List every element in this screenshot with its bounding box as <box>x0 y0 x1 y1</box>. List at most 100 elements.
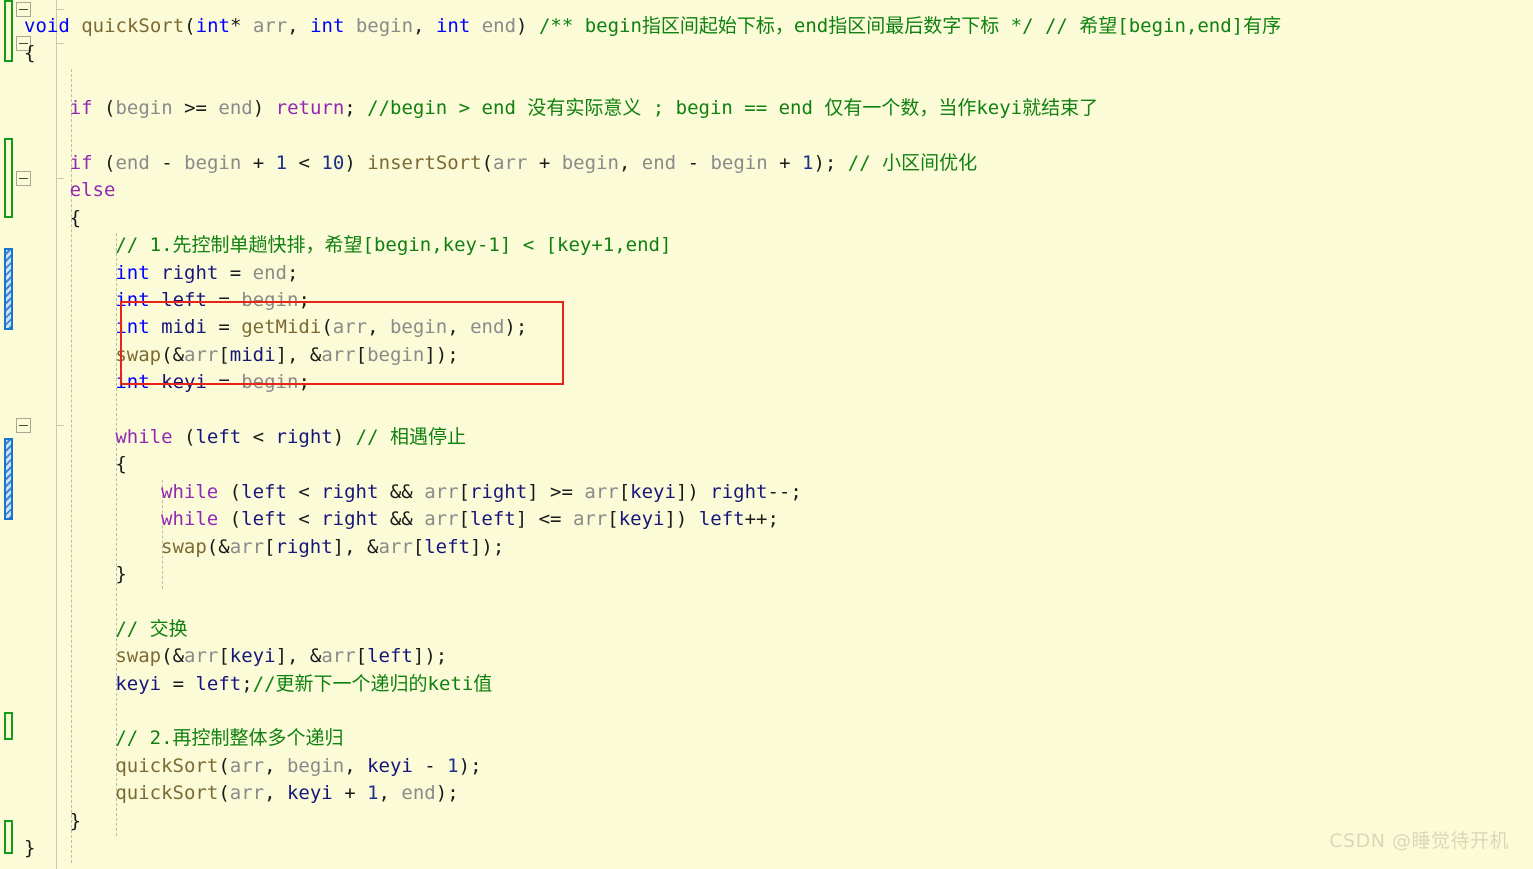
code-token-kw: int <box>195 15 230 37</box>
code-line[interactable]: void quickSort(int* arr, int begin, int … <box>24 13 1281 40</box>
code-line[interactable]: swap(&arr[midi], &arr[begin]); <box>115 342 458 369</box>
code-token-pun: ) <box>252 97 276 120</box>
code-token-loc: right <box>321 480 379 503</box>
code-token-var: arr <box>184 645 219 668</box>
code-line[interactable] <box>24 588 35 615</box>
code-token-loc: keyi <box>161 371 207 394</box>
code-token-pun: { <box>69 206 82 229</box>
code-editor[interactable]: void quickSort(int* arr, int begin, int … <box>0 0 1533 869</box>
code-line[interactable]: while (left < right) // 相遇停止 <box>115 424 466 451</box>
code-line[interactable]: int left = begin; <box>115 287 310 314</box>
code-token-pun <box>470 15 481 37</box>
code-line[interactable]: swap(&arr[right], &arr[left]); <box>161 534 504 561</box>
code-token-var: end <box>115 152 150 174</box>
code-token-kw: int <box>115 316 150 339</box>
code-token-kw: int <box>115 371 150 394</box>
code-token-var: arr <box>184 343 219 366</box>
code-token-var: arr <box>229 535 265 558</box>
code-token-loc: left <box>195 426 242 448</box>
code-token-pun: = <box>206 289 242 311</box>
code-line[interactable] <box>24 68 35 95</box>
code-token-pun: ( <box>218 782 230 805</box>
code-line[interactable]: if (end - begin + 1 < 10) insertSort(arr… <box>70 150 977 177</box>
code-line[interactable]: { <box>70 205 81 232</box>
code-line[interactable]: { <box>115 451 126 478</box>
code-token-loc: left <box>424 535 470 558</box>
code-token-var: end <box>401 782 436 805</box>
code-line[interactable]: while (left < right && arr[left] <= arr[… <box>161 506 779 533</box>
code-line[interactable]: } <box>24 835 35 862</box>
code-token-pun: ; <box>298 371 310 394</box>
code-token-var: begin <box>241 371 299 394</box>
csdn-watermark: CSDN @睡觉待开机 <box>1329 829 1509 852</box>
code-token-var: arr <box>332 316 368 339</box>
code-line[interactable]: else <box>70 177 116 204</box>
code-token-pun: , <box>264 754 287 777</box>
code-line[interactable]: { <box>24 40 35 67</box>
code-line[interactable]: } <box>70 808 81 835</box>
code-token-num: 1 <box>801 152 814 174</box>
code-token-var: arr <box>584 480 619 503</box>
code-line[interactable]: keyi = left;//更新下一个递归的keti值 <box>115 671 492 698</box>
code-token-pun: ]); <box>469 535 505 558</box>
code-token-loc: keyi <box>630 480 676 503</box>
code-token-var: arr <box>572 508 608 531</box>
code-token-pun: - <box>149 152 185 174</box>
code-token-loc: right <box>710 480 768 503</box>
code-token-kw: int <box>115 289 150 311</box>
code-token-pun: ]) <box>675 480 711 503</box>
code-token-var: end <box>470 316 505 339</box>
code-line[interactable]: quickSort(arr, begin, keyi - 1); <box>115 753 481 780</box>
code-line[interactable]: // 交换 <box>115 616 187 643</box>
code-token-pun: < <box>286 480 322 503</box>
code-token-num: 1 <box>367 782 379 805</box>
code-token-fn: swap <box>115 343 162 366</box>
code-token-fn: quickSort <box>81 15 185 37</box>
code-token-pun: ( <box>218 508 242 531</box>
code-token-pun: { <box>24 42 36 65</box>
code-token-var: begin <box>561 152 619 174</box>
code-token-pun: < <box>287 152 322 174</box>
code-line[interactable]: int keyi = begin; <box>115 369 310 396</box>
code-token-pun: - <box>412 754 448 777</box>
code-token-pun: ; <box>287 261 299 284</box>
code-token-pun: } <box>115 563 127 585</box>
code-token-var: begin <box>286 754 345 777</box>
code-line[interactable]: } <box>115 561 126 588</box>
code-token-kw: int <box>435 15 471 37</box>
code-line[interactable] <box>24 698 35 725</box>
code-content[interactable]: void quickSort(int* arr, int begin, int … <box>0 0 1533 869</box>
code-token-pun: , <box>367 316 390 339</box>
code-line[interactable] <box>24 123 35 150</box>
code-token-pun: , <box>264 782 287 805</box>
code-token-ctl: while <box>161 508 219 531</box>
code-token-pun: ; <box>298 289 310 311</box>
code-line[interactable]: // 2.再控制整体多个递归 <box>115 725 343 752</box>
code-token-loc: left <box>241 508 287 531</box>
code-token-pun: , <box>287 15 311 37</box>
code-token-loc: midi <box>229 343 276 366</box>
code-token-var: end <box>641 152 677 174</box>
code-line[interactable]: while (left < right && arr[right] >= arr… <box>161 479 802 506</box>
code-token-pun: ; <box>241 672 253 695</box>
code-token-var: arr <box>424 480 459 503</box>
code-token-loc: left <box>698 508 745 531</box>
code-token-fn: quickSort <box>115 754 219 777</box>
code-token-loc: left <box>241 480 287 503</box>
code-token-cm: /** begin指区间起始下标，end指区间最后数字下标 */ // 希望[b… <box>538 15 1282 37</box>
code-line[interactable] <box>24 397 35 424</box>
code-line[interactable]: swap(&arr[keyi], &arr[left]); <box>115 643 447 670</box>
code-token-fn: getMidi <box>241 316 322 339</box>
code-token-pun <box>344 15 355 37</box>
code-line[interactable]: int right = end; <box>115 260 298 287</box>
code-token-pun: ++; <box>744 508 779 531</box>
code-line[interactable]: quickSort(arr, keyi + 1, end); <box>115 780 458 807</box>
code-token-pun: } <box>24 837 36 859</box>
code-token-pun: = <box>161 672 196 695</box>
code-token-var: arr <box>493 152 528 174</box>
code-token-pun <box>150 289 161 311</box>
code-line[interactable]: if (begin >= end) return; //begin > end … <box>70 95 1098 122</box>
code-line[interactable]: int midi = getMidi(arr, begin, end); <box>115 314 527 341</box>
code-token-pun: = <box>206 316 242 339</box>
code-line[interactable]: // 1.先控制单趟快排，希望[begin,key-1] < [key+1,en… <box>115 232 671 259</box>
